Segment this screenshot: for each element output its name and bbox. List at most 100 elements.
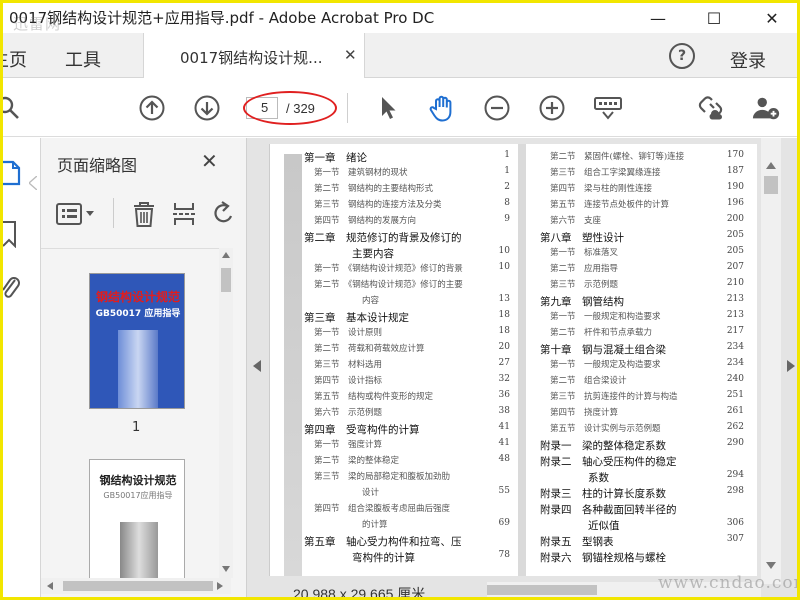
toc-entry-page: 78 bbox=[498, 550, 510, 560]
share-link-icon[interactable] bbox=[697, 93, 727, 123]
toc-entry-page: 8 bbox=[504, 198, 510, 208]
tab-close-icon[interactable]: ✕ bbox=[344, 46, 357, 64]
toc-entry-title: 第四节 组合梁腹板考虑屈曲后强度 bbox=[314, 504, 451, 514]
toc-entry-page: 1 bbox=[504, 150, 510, 160]
doc-scroll-up-icon[interactable] bbox=[766, 162, 776, 169]
toc-entry-page: 9 bbox=[504, 214, 510, 224]
scroll-up-icon[interactable] bbox=[222, 252, 230, 258]
panel-vertical-scrollbar[interactable] bbox=[219, 248, 233, 578]
close-window-button[interactable]: ✕ bbox=[749, 3, 795, 33]
panel-close-icon[interactable]: ✕ bbox=[201, 149, 218, 173]
toc-entry-title: 第四章 受弯构件的计算 bbox=[304, 424, 420, 436]
toc-entry-title: 第四节 梁与柱的刚性连接 bbox=[550, 184, 653, 194]
document-scroll-thumb[interactable] bbox=[764, 176, 778, 194]
rotate-page-icon[interactable] bbox=[211, 200, 233, 232]
page-thumbnail-2[interactable]: 钢结构设计规范 GB50017应用指导 bbox=[89, 459, 185, 578]
toc-entry-page: 261 bbox=[726, 406, 744, 416]
scroll-down-icon[interactable] bbox=[222, 566, 230, 572]
previous-page-icon[interactable] bbox=[137, 93, 167, 123]
minimize-button[interactable]: — bbox=[635, 3, 681, 33]
toc-entry-page: 240 bbox=[726, 374, 744, 384]
tab-document[interactable]: 0017钢结构设计规... ✕ bbox=[143, 33, 365, 78]
toc-entry-title: 附录三 柱的计算长度系数 bbox=[540, 488, 666, 500]
bookmark-icon[interactable] bbox=[3, 220, 19, 252]
doc-scroll-down-icon[interactable] bbox=[766, 562, 776, 569]
delete-page-icon[interactable] bbox=[131, 200, 157, 232]
toc-entry-title: 第十章 钢与混凝土组合梁 bbox=[540, 344, 666, 356]
cover-building-image bbox=[118, 330, 158, 408]
tab-document-label: 0017钢结构设计规... bbox=[180, 49, 323, 67]
title-bar: 0017钢结构设计规范+应用指导.pdf - Adobe Acrobat Pro… bbox=[3, 3, 797, 33]
add-user-icon[interactable] bbox=[751, 93, 781, 123]
select-pointer-icon[interactable] bbox=[373, 93, 403, 123]
next-page-icon[interactable] bbox=[192, 93, 222, 123]
page-thumbnails-icon[interactable] bbox=[3, 158, 23, 192]
page-thumbnail-1[interactable]: 钢结构设计规范 GB50017 应用指导 bbox=[89, 273, 185, 409]
collapse-right-icon[interactable] bbox=[787, 360, 797, 380]
document-hscroll-thumb[interactable] bbox=[487, 585, 597, 595]
toc-entry-title: 第二节 钢结构的主要结构形式 bbox=[314, 184, 434, 194]
keyboard-tool-icon[interactable] bbox=[593, 93, 623, 123]
document-vertical-scrollbar[interactable] bbox=[761, 138, 781, 584]
toc-entry-title: 第二节 应用指导 bbox=[550, 264, 619, 274]
toc-entry-page: 190 bbox=[726, 182, 744, 192]
toc-entry-title: 第五章 轴心受力构件和拉弯、压 bbox=[304, 536, 462, 548]
toc-entry-page: 18 bbox=[498, 310, 510, 320]
toc-entry-page: 196 bbox=[726, 198, 744, 208]
toc-entry-page: 294 bbox=[726, 470, 744, 480]
site-watermark: www.cndao.com bbox=[658, 573, 800, 593]
tab-home[interactable]: 主页 bbox=[3, 46, 27, 72]
rail-pointer-icon bbox=[27, 175, 39, 196]
toc-entry-page: 262 bbox=[726, 422, 744, 432]
panel-scroll-thumb[interactable] bbox=[221, 268, 231, 292]
toc-entry-page: 187 bbox=[726, 166, 744, 176]
toc-entry-page: 217 bbox=[726, 326, 744, 336]
toc-entry-page: 205 bbox=[726, 246, 744, 256]
toc-entry-page: 234 bbox=[726, 342, 744, 352]
collapse-left-icon[interactable] bbox=[253, 360, 263, 380]
toc-entry-page: 20 bbox=[498, 342, 510, 352]
zoom-out-icon[interactable] bbox=[482, 93, 512, 123]
toc-entry-title: 第三节 材料选用 bbox=[314, 360, 383, 370]
toc-entry-page: 55 bbox=[498, 486, 510, 496]
toc-entry-page: 290 bbox=[726, 438, 744, 448]
toc-entry-title: 的计算 bbox=[362, 520, 388, 530]
maximize-button[interactable]: ☐ bbox=[691, 3, 737, 33]
toc-entry-title: 第一节 《钢结构设计规范》修订的背景 bbox=[314, 264, 463, 274]
toc-entry-title: 第六节 支座 bbox=[550, 216, 602, 226]
hand-tool-icon[interactable] bbox=[427, 93, 457, 123]
document-viewport: 第一章 绪论 1 第一节 建筑钢材的现状 1 第二节 钢结构的主要结构形式 2 第三节 钢结… bbox=[247, 138, 797, 600]
search-icon[interactable] bbox=[3, 93, 23, 123]
toc-entry-page: 234 bbox=[726, 358, 744, 368]
toc-entry-title: 第一节 标准落叉 bbox=[550, 248, 619, 258]
panel-horizontal-scrollbar[interactable] bbox=[41, 578, 231, 594]
page2-building-image bbox=[120, 522, 158, 578]
page-size-label: 20.988 x 29.665 厘米 bbox=[293, 586, 426, 600]
panel-hscroll-thumb[interactable] bbox=[63, 581, 213, 591]
toc-entry-page: 170 bbox=[726, 150, 744, 160]
toc-entry-page: 2 bbox=[504, 182, 510, 192]
login-button[interactable]: 登录 bbox=[730, 47, 766, 73]
attachment-icon[interactable] bbox=[3, 274, 21, 308]
scroll-right-icon[interactable] bbox=[217, 582, 223, 590]
pdf-page: 第一章 绪论 1 第一节 建筑钢材的现状 1 第二节 钢结构的主要结构形式 2 第三节 钢结… bbox=[269, 144, 757, 576]
toc-entry-title: 第四节 设计指标 bbox=[314, 376, 383, 386]
toc-entry-title: 第二节 组合梁设计 bbox=[550, 376, 627, 386]
toc-entry-title: 第五节 设计实例与示范例题 bbox=[550, 424, 661, 434]
toc-entry-page: 13 bbox=[498, 294, 510, 304]
toc-entry-page: 18 bbox=[498, 326, 510, 336]
toc-entry-title: 第六节 示范例题 bbox=[314, 408, 383, 418]
extract-page-icon[interactable] bbox=[171, 200, 197, 232]
scroll-left-icon[interactable] bbox=[47, 582, 53, 590]
tab-tools[interactable]: 工具 bbox=[65, 46, 101, 72]
toc-entry-title: 第二节 《钢结构设计规范》修订的主要 bbox=[314, 280, 463, 290]
toc-entry-title: 内容 bbox=[362, 296, 380, 306]
help-icon[interactable]: ? bbox=[669, 43, 695, 69]
left-rail bbox=[3, 138, 41, 597]
zoom-in-icon[interactable] bbox=[537, 93, 567, 123]
toc-entry-title: 第五节 连接节点处板件的计算 bbox=[550, 200, 670, 210]
options-menu-icon[interactable] bbox=[55, 202, 97, 230]
toc-entry-page: 213 bbox=[726, 310, 744, 320]
toc-left-column: 第一章 绪论 1 第一节 建筑钢材的现状 1 第二节 钢结构的主要结构形式 2 第三节 钢结… bbox=[304, 144, 522, 576]
toc-entry-title: 第二节 杆件和节点承载力 bbox=[550, 328, 653, 338]
